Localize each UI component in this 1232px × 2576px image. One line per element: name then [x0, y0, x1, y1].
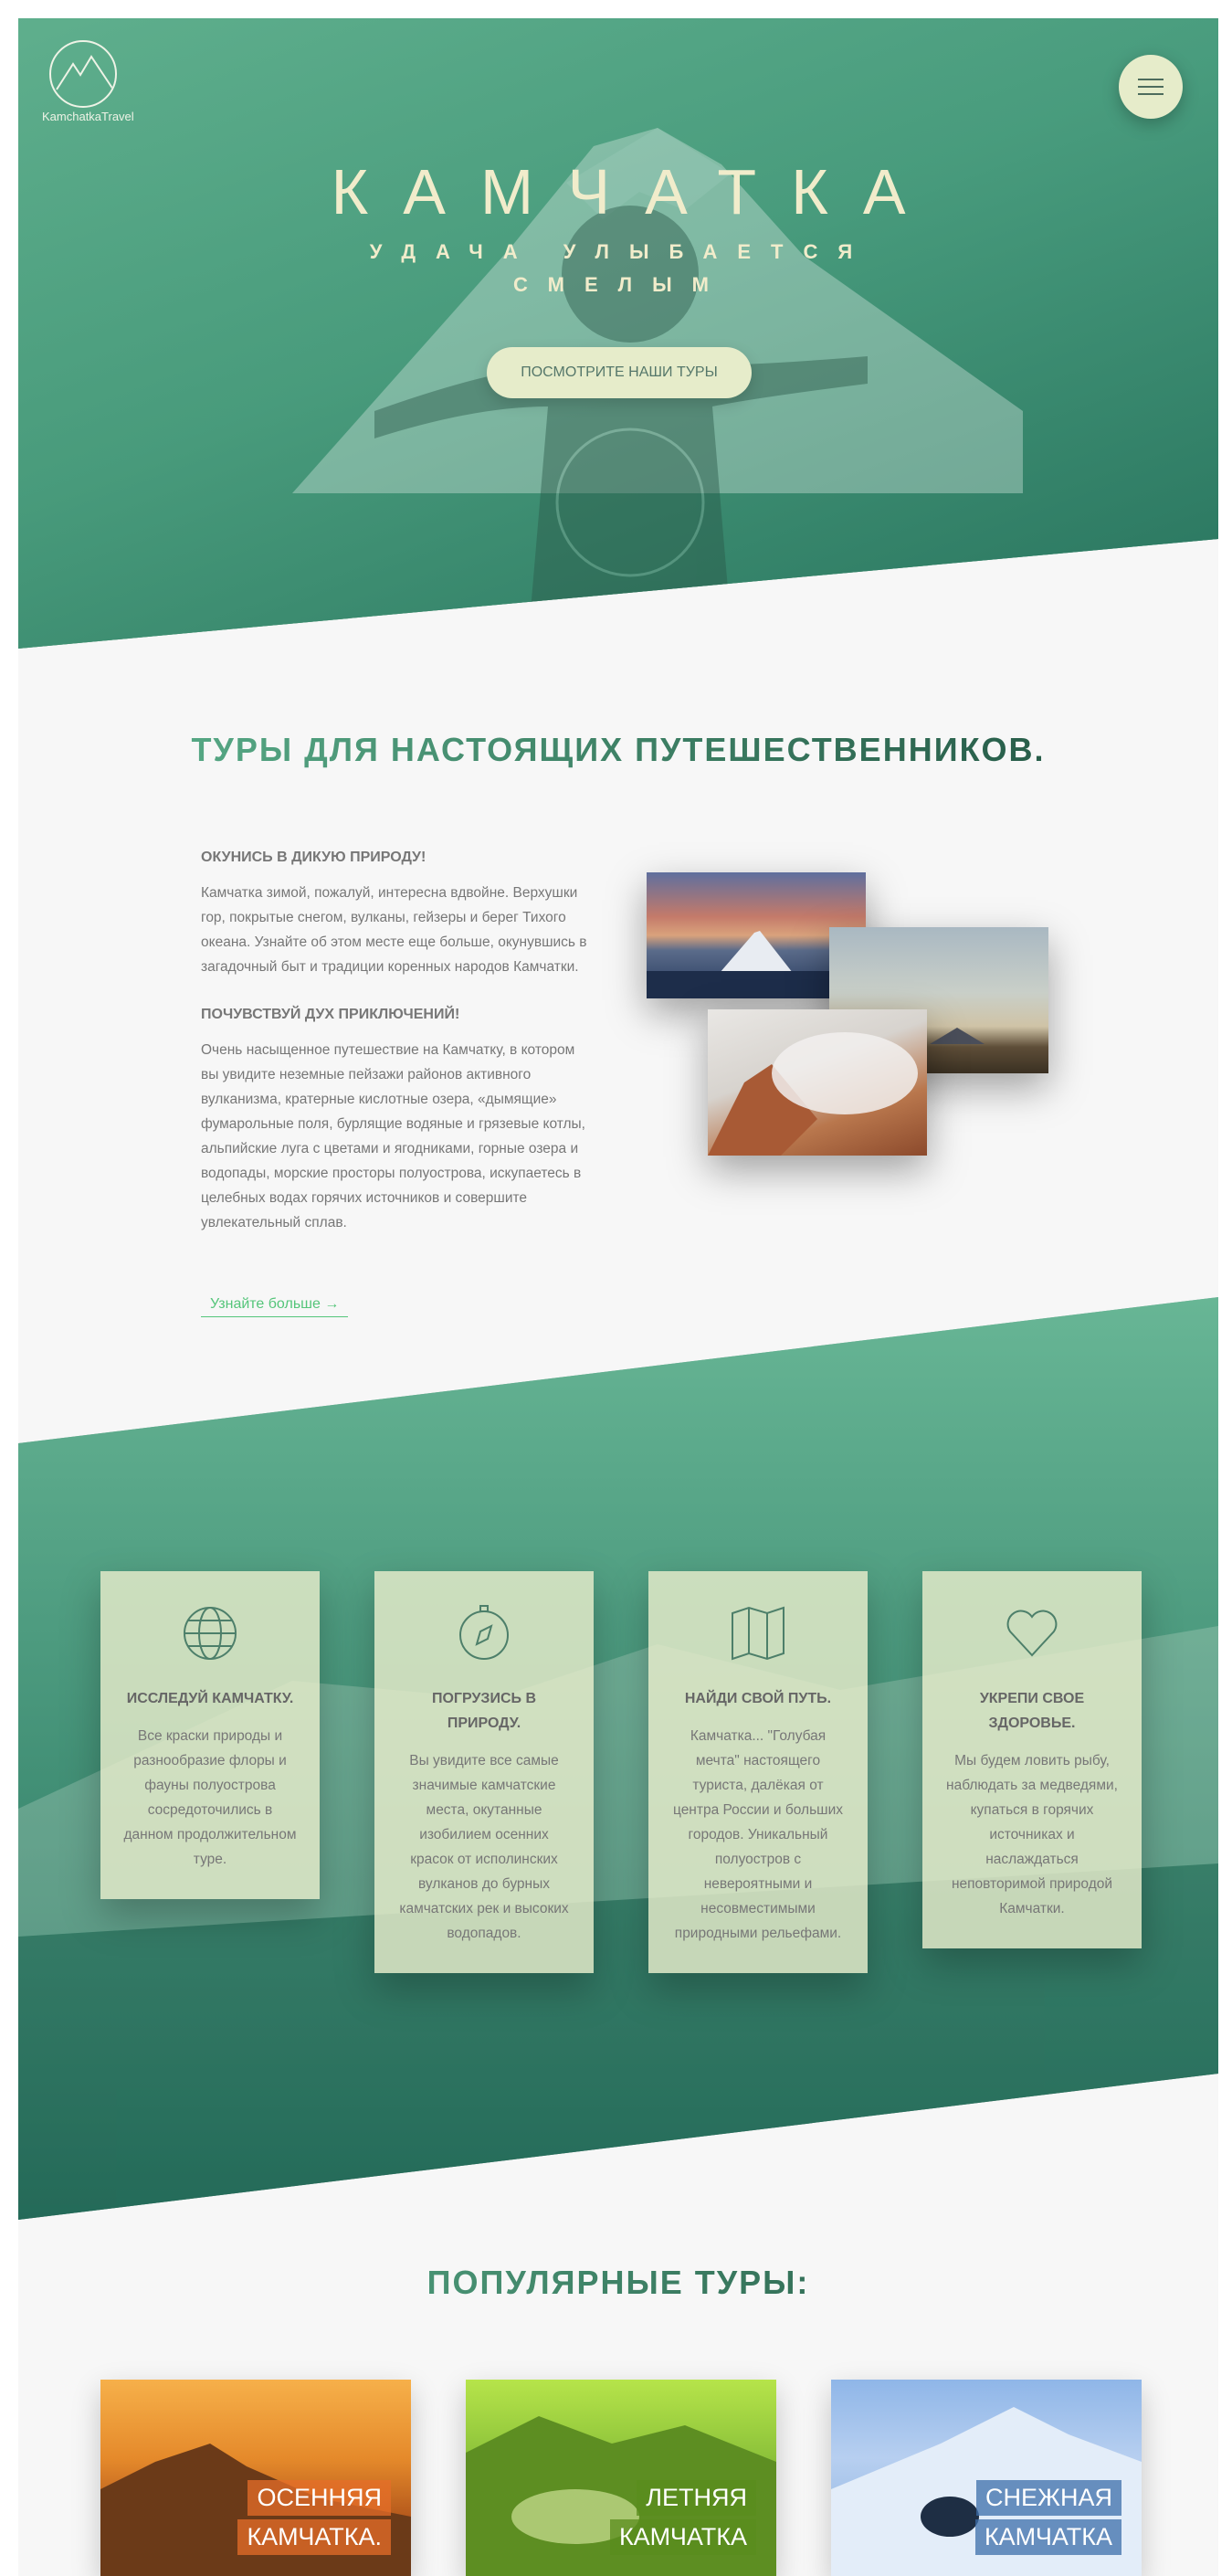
about-block2-text: Очень насыщенное путешествие на Камчатку…: [201, 1042, 585, 1230]
feature-title: ИССЛЕДУЙ КАМЧАТКУ.: [126, 1691, 294, 1706]
tour-card-title-line1: ОСЕННЯЯ: [247, 2480, 391, 2516]
hero-header: KamchatkaTravel КАМЧАТКА УДАЧА УЛЫБАЕТСЯ…: [18, 18, 1218, 649]
hero-subtitle: УДАЧА УЛЫБАЕТСЯ СМЕЛЫМ: [369, 240, 873, 296]
tour-card-title: ОСЕННЯЯ КАМЧАТКА.: [237, 2480, 391, 2559]
hamburger-line: [1138, 93, 1164, 95]
hero-title: КАМЧАТКА: [331, 156, 941, 227]
about-block1-text: Камчатка зимой, пожалуй, интересна вдвой…: [201, 885, 587, 975]
compass-icon: [459, 1605, 509, 1660]
menu-button[interactable]: [1119, 55, 1183, 119]
feature-card-explore: ИССЛЕДУЙ КАМЧАТКУ. Все краски природы и …: [100, 1571, 320, 1899]
learn-more-link[interactable]: Узнайте больше →: [201, 1293, 349, 1317]
tour-card-title-line1: СНЕЖНАЯ: [976, 2480, 1121, 2516]
feature-card-path: НАЙДИ СВОЙ ПУТЬ. Камчатка... "Голубая ме…: [648, 1571, 868, 1973]
globe-icon: [184, 1607, 237, 1660]
tour-card-autumn[interactable]: ОСЕННЯЯ КАМЧАТКА.: [100, 2380, 411, 2576]
tour-card-title-line2: КАМЧАТКА.: [237, 2519, 391, 2555]
mountain-logo-icon: [49, 40, 117, 108]
feature-text: Камчатка... "Голубая мечта" настоящего т…: [672, 1728, 843, 1941]
tour-card-title-line2: КАМЧАТКА: [609, 2519, 756, 2555]
view-tours-button[interactable]: ПОСМОТРИТЕ НАШИ ТУРЫ: [487, 347, 752, 398]
features-section: ИССЛЕДУЙ КАМЧАТКУ. Все краски природы и …: [18, 1297, 1218, 2220]
tour-card-title-line2: КАМЧАТКА: [974, 2519, 1121, 2555]
tour-card-title-line1: ЛЕТНЯЯ: [637, 2480, 756, 2516]
about-block2-title: ПОЧУВСТВУЙ ДУХ ПРИКЛЮЧЕНИЙ!: [201, 1007, 460, 1022]
about-heading: ТУРЫ ДЛЯ НАСТОЯЩИХ ПУТЕШЕСТВЕННИКОВ.: [18, 731, 1218, 769]
tour-card-title: СНЕЖНАЯ КАМЧАТКА: [974, 2480, 1121, 2559]
map-icon: [732, 1606, 784, 1661]
about-text: ОКУНИСЬ В ДИКУЮ ПРИРОДУ! Камчатка зимой,…: [201, 850, 594, 1262]
tours-heading: ПОПУЛЯРНЫЕ ТУРЫ:: [18, 2264, 1218, 2302]
photo-crater[interactable]: [708, 1009, 927, 1156]
feature-title: ПОГРУЗИСЬ В ПРИРОДУ.: [431, 1691, 536, 1731]
feature-card-nature: ПОГРУЗИСЬ В ПРИРОДУ. Вы увидите все самы…: [374, 1571, 594, 1973]
tour-card-summer[interactable]: ЛЕТНЯЯ КАМЧАТКА: [466, 2380, 776, 2576]
tour-card-winter[interactable]: СНЕЖНАЯ КАМЧАТКА: [831, 2380, 1142, 2576]
tour-card-title: ЛЕТНЯЯ КАМЧАТКА: [609, 2480, 756, 2559]
logo[interactable]: KamchatkaTravel: [42, 40, 134, 123]
hamburger-line: [1138, 86, 1164, 88]
about-block1-title: ОКУНИСЬ В ДИКУЮ ПРИРОДУ!: [201, 850, 426, 865]
feature-text: Мы будем ловить рыбу, наблюдать за медве…: [946, 1753, 1118, 1916]
feature-text: Все краски природы и разнообразие флоры …: [123, 1728, 297, 1867]
heart-icon: [1006, 1610, 1058, 1657]
page: KamchatkaTravel КАМЧАТКА УДАЧА УЛЫБАЕТСЯ…: [18, 18, 1218, 2576]
hamburger-icon: [1138, 79, 1164, 80]
feature-title: НАЙДИ СВОЙ ПУТЬ.: [684, 1691, 832, 1706]
logo-text: KamchatkaTravel: [42, 110, 134, 123]
feature-title: УКРЕПИ СВОЕ ЗДОРОВЬЕ.: [979, 1691, 1085, 1731]
feature-card-health: УКРЕПИ СВОЕ ЗДОРОВЬЕ. Мы будем ловить ры…: [922, 1571, 1142, 1948]
feature-text: Вы увидите все самые значимые камчатские…: [399, 1753, 569, 1941]
